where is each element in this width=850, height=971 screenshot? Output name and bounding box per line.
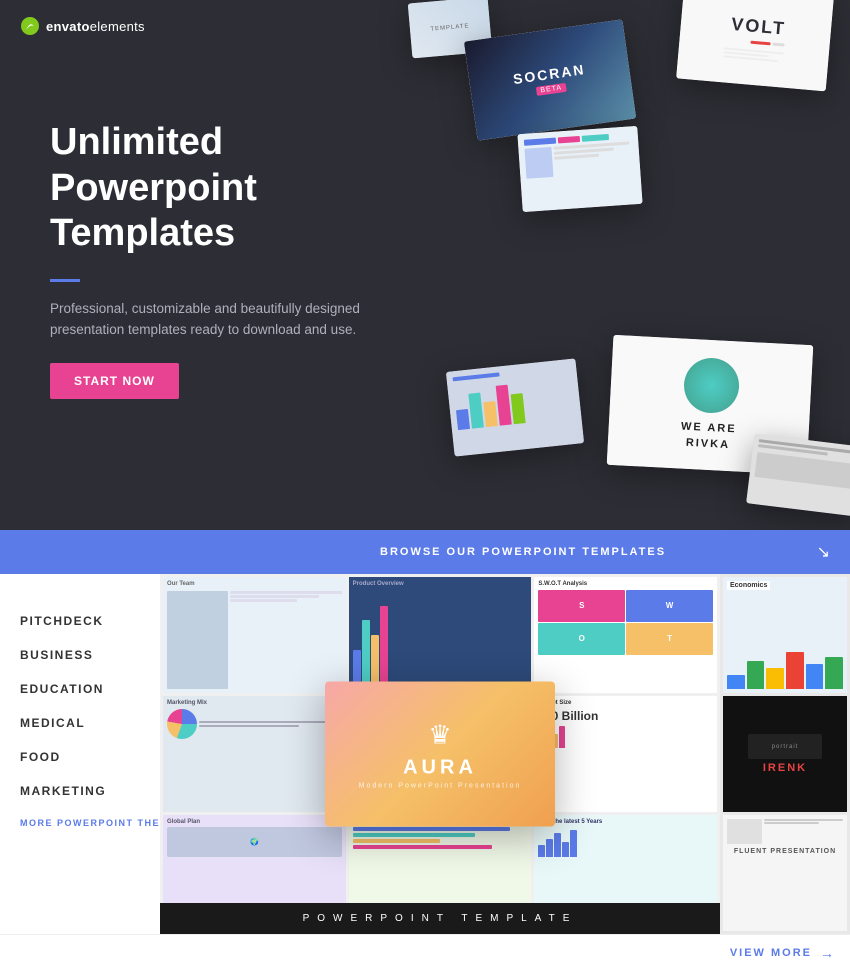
socran-badge: BETA <box>536 83 567 96</box>
sidebar-item-medical[interactable]: MEDICAL <box>20 706 140 740</box>
hero-content: Unlimited Powerpoint Templates Professio… <box>50 120 410 399</box>
sidebar-item-business[interactable]: BUSINESS <box>20 638 140 672</box>
fluent-label: FLUENT PRESENTATION <box>727 846 843 855</box>
sidebar-item-marketing[interactable]: MARKETING <box>20 774 140 808</box>
view-more-bar: VIEW MORE → <box>0 934 850 971</box>
rivka-text: WE ARE RIVKA <box>680 420 737 454</box>
template-card-bottom-right <box>746 434 850 517</box>
start-now-button[interactable]: START NOW <box>50 363 179 399</box>
irenk-label: IRENK <box>763 762 807 774</box>
bottom-section: PITCHDECK BUSINESS EDUCATION MEDICAL FOO… <box>0 574 850 934</box>
template-card-bottom-left <box>446 358 584 456</box>
browse-bar: BROWSE OUR POWERPOINT TEMPLATES ↘ <box>0 530 850 574</box>
powerpoint-bar: POWERPOINT TEMPLATE <box>160 903 720 934</box>
browse-arrow: ↘ <box>817 542 830 562</box>
template-card-middle <box>517 126 642 212</box>
thumb-6[interactable]: Market Size $10 Billion <box>534 696 717 812</box>
hero-subtitle: Professional, customizable and beautiful… <box>50 298 370 341</box>
thumb-1[interactable]: Our Team <box>163 577 346 693</box>
thumb-3[interactable]: S.W.O.T Analysis S W O T <box>534 577 717 693</box>
browse-title: BROWSE OUR POWERPOINT TEMPLATES <box>380 546 666 558</box>
right-thumb-irenk[interactable]: portrait IRENK <box>723 696 847 812</box>
hero-divider <box>50 279 80 282</box>
rivka-circle <box>682 357 740 415</box>
logo-text: envatoelements <box>46 19 145 34</box>
sidebar: PITCHDECK BUSINESS EDUCATION MEDICAL FOO… <box>0 574 160 934</box>
template-card-volt: VOLT <box>676 0 834 91</box>
volt-title: VOLT <box>731 13 787 39</box>
template-card-socran: SOCRAN BETA <box>464 19 636 140</box>
envato-icon <box>20 16 40 36</box>
aura-subtitle: Modern PowerPoint Presentation <box>359 782 522 789</box>
logo: envatoelements <box>20 16 145 36</box>
aura-crown-icon: ♛ <box>428 719 451 750</box>
template-grid-area: Our Team Product Overview <box>160 574 720 934</box>
view-more-arrow-icon: → <box>820 945 834 961</box>
aura-featured-card[interactable]: ♛ AURA Modern PowerPoint Presentation <box>325 682 555 827</box>
sidebar-item-pitchdeck[interactable]: PITCHDECK <box>20 604 140 638</box>
right-thumbnail-panel: Economics portrait IRENK <box>720 574 850 934</box>
thumb-2[interactable]: Product Overview <box>349 577 532 693</box>
socran-title: SOCRAN <box>512 61 586 87</box>
hero-section: envatoelements Unlimited Powerpoint Temp… <box>0 0 850 530</box>
right-thumb-fluent[interactable]: FLUENT PRESENTATION <box>723 815 847 931</box>
aura-title: AURA <box>403 756 477 779</box>
view-more-label[interactable]: VIEW MORE <box>730 947 812 959</box>
right-thumb-economics[interactable]: Economics <box>723 577 847 693</box>
economics-label: Economics <box>727 581 770 590</box>
hero-title: Unlimited Powerpoint Templates <box>50 120 410 257</box>
thumb-4[interactable]: Marketing Mix <box>163 696 346 812</box>
sidebar-item-education[interactable]: EDUCATION <box>20 672 140 706</box>
hero-template-cards: TEMPLATE SOCRAN BETA VOLT <box>370 0 850 530</box>
sidebar-more-themes[interactable]: MORE POWERPOINT THEMES <box>20 808 140 838</box>
sidebar-item-food[interactable]: FOOD <box>20 740 140 774</box>
